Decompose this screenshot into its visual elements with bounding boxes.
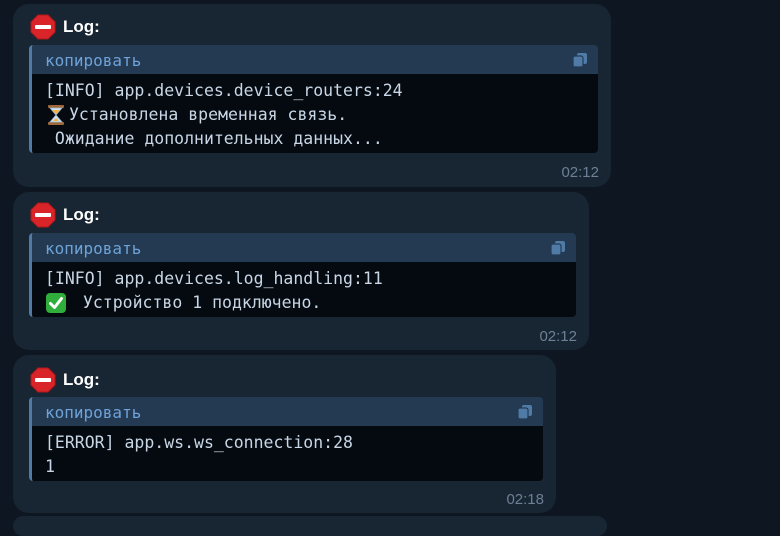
message-bubble: Log: копировать [INFO] app.devices.log_h… [13,192,589,350]
check-mark-icon [45,292,67,314]
code-line-text: Устройство 1 подключено. [73,293,322,312]
copy-icon[interactable] [572,52,588,68]
code-block: копировать [INFO] app.devices.device_rou… [29,45,598,153]
code-line-text: Установлена временная связь. [69,105,348,124]
code-line: [INFO] app.devices.log_handling:11 [45,269,383,288]
message-label: Log: [63,370,100,389]
stop-sign-icon [30,367,56,393]
message-time: 02:12 [539,328,577,345]
stop-sign-icon [30,202,56,228]
message-header: Log: [30,14,100,40]
code-block-header: копировать [32,45,598,74]
message-bubble: Log: копировать [ERROR] app.ws.ws_connec… [13,355,556,513]
copy-icon[interactable] [517,404,533,420]
message-time: 02:12 [561,164,599,181]
message-time: 02:18 [506,491,544,508]
stop-sign-icon [30,14,56,40]
copy-label[interactable]: копировать [45,240,141,258]
copy-label[interactable]: копировать [45,404,141,422]
code-line: 1 [45,457,55,476]
code-content: [INFO] app.devices.device_routers:24 Уст… [32,74,598,153]
code-content: [INFO] app.devices.log_handling:11 Устро… [32,262,576,317]
code-block: копировать [ERROR] app.ws.ws_connection:… [29,397,543,481]
code-block-header: копировать [32,397,543,426]
code-line: [INFO] app.devices.device_routers:24 [45,81,403,100]
message-header: Log: [30,202,100,228]
next-message-bubble [13,516,607,536]
message-label: Log: [63,205,100,224]
code-content: [ERROR] app.ws.ws_connection:28 1 [32,426,543,481]
copy-icon[interactable] [550,240,566,256]
message-bubble: Log: копировать [INFO] app.devices.devic… [13,4,611,187]
message-label: Log: [63,17,100,36]
code-block: копировать [INFO] app.devices.log_handli… [29,233,576,317]
code-line: Ожидание дополнительных данных... [45,129,383,148]
code-block-header: копировать [32,233,576,262]
code-line: Устройство 1 подключено. [45,291,563,315]
copy-label[interactable]: копировать [45,52,141,70]
message-header: Log: [30,367,100,393]
code-line: [ERROR] app.ws.ws_connection:28 [45,433,353,452]
hourglass-icon [45,104,67,126]
code-line: Установлена временная связь. [45,103,585,127]
